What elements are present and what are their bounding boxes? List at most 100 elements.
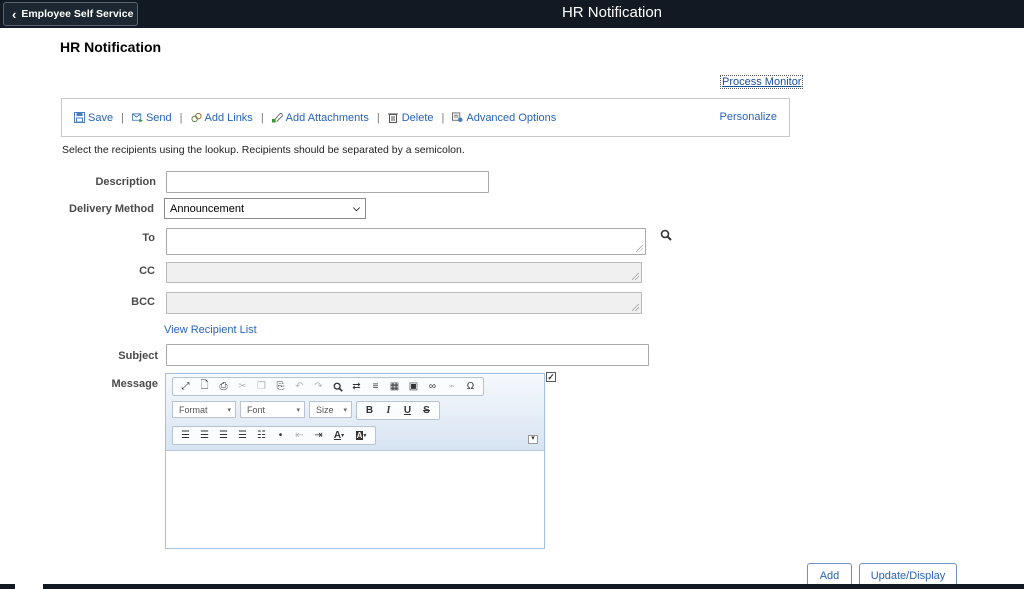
justify-icon[interactable]: ☰ (233, 427, 252, 444)
redo-icon[interactable]: ↷ (309, 378, 328, 395)
paste-icon[interactable]: ⎘ (271, 378, 290, 395)
send-label: Send (145, 111, 172, 124)
save-icon (74, 112, 85, 123)
font-label: Font (247, 404, 266, 415)
advanced-options-button[interactable]: Advanced Options (452, 112, 556, 124)
delivery-method-label: Delivery Method (69, 203, 154, 215)
personalize-link[interactable]: Personalize (720, 111, 777, 123)
text-style-group: B I U S (356, 401, 440, 420)
trash-icon (388, 112, 399, 123)
delivery-method-value: Announcement (170, 202, 244, 215)
toolbar-divider: | (260, 111, 264, 124)
format-label: Format (179, 404, 208, 415)
size-label: Size (316, 404, 334, 415)
link-icon[interactable]: ∞ (423, 378, 442, 395)
cut-icon[interactable]: ✂ (233, 378, 252, 395)
editor-toolbar-row-2: Format ▾ Font ▾ Size ▾ B I U S (172, 401, 440, 420)
editor-toolbar: ⤢ 🗋 ⎙ ✂ ❐ ⎘ ↶ ↷ ⇄ ≡ ▦ ▣ ∞ ⌁ Ω Format ▾ Fo… (166, 374, 544, 451)
send-icon (131, 112, 143, 123)
caret-down-icon: ▾ (227, 406, 231, 414)
page-title: HR Notification (60, 39, 162, 55)
advanced-options-icon (452, 112, 463, 123)
size-dropdown[interactable]: Size ▾ (309, 401, 352, 418)
chevron-down-icon: ⌵ (353, 203, 360, 213)
action-toolbar: Save | Send | Add Links | Add Attachment… (61, 98, 790, 137)
to-field[interactable] (166, 228, 646, 255)
subject-field[interactable] (166, 344, 649, 366)
replace-icon[interactable]: ⇄ (347, 378, 366, 395)
italic-icon[interactable]: I (379, 402, 398, 419)
image-icon[interactable]: ▣ (404, 378, 423, 395)
save-button[interactable]: Save (74, 112, 113, 124)
delete-label: Delete (401, 111, 434, 124)
bcc-label: BCC (131, 296, 155, 308)
undo-icon[interactable]: ↶ (290, 378, 309, 395)
description-label: Description (95, 176, 156, 188)
strikethrough-icon[interactable]: S (417, 402, 436, 419)
app-header: ‹ Employee Self Service HR Notification (0, 0, 1024, 28)
save-label: Save (88, 111, 114, 124)
horizontal-rule-icon[interactable]: ≡ (366, 378, 385, 395)
message-label: Message (111, 378, 158, 390)
preview-icon[interactable]: 🗋 (195, 378, 214, 395)
rich-text-editor: ⤢ 🗋 ⎙ ✂ ❐ ⎘ ↶ ↷ ⇄ ≡ ▦ ▣ ∞ ⌁ Ω Format ▾ Fo… (165, 373, 545, 549)
to-label: To (142, 232, 155, 244)
editor-toolbar-row-3: ☰ ☰ ☰ ☰ ☷ • ⇤ ⇥ A ▾ A ▾ (172, 426, 376, 445)
advanced-options-label: Advanced Options (466, 111, 557, 124)
spellcheck-icon[interactable]: ✓ (546, 372, 556, 382)
toolbar-divider: | (376, 111, 380, 124)
find-icon[interactable] (328, 378, 347, 395)
delivery-method-select[interactable]: Announcement ⌵ (164, 198, 366, 219)
resize-handle-icon[interactable] (636, 245, 643, 252)
bcc-field (166, 292, 642, 314)
toolbar-divider: | (121, 111, 124, 124)
table-icon[interactable]: ▦ (385, 378, 404, 395)
toolbar-divider: | (179, 111, 183, 124)
add-attachments-button[interactable]: Add Attachments (271, 111, 369, 124)
align-right-icon[interactable]: ☰ (214, 427, 233, 444)
caret-down-icon: ▾ (296, 406, 300, 414)
bottom-bar (0, 584, 1024, 589)
add-attachments-label: Add Attachments (285, 111, 369, 124)
bottom-bar-gap (15, 584, 43, 589)
resize-handle-icon (632, 304, 639, 311)
font-dropdown[interactable]: Font ▾ (240, 401, 305, 418)
editor-toolbar-row-1: ⤢ 🗋 ⎙ ✂ ❐ ⎘ ↶ ↷ ⇄ ≡ ▦ ▣ ∞ ⌁ Ω (172, 377, 484, 396)
special-character-icon[interactable]: Ω (461, 378, 480, 395)
subject-label: Subject (118, 350, 158, 362)
numbered-list-icon[interactable]: ☷ (252, 427, 271, 444)
delete-button[interactable]: Delete (388, 112, 434, 124)
instructions-text: Select the recipients using the lookup. … (62, 144, 465, 156)
description-field[interactable] (166, 171, 489, 193)
send-button[interactable]: Send (131, 111, 172, 124)
bulleted-list-icon[interactable]: • (271, 427, 290, 444)
print-icon[interactable]: ⎙ (214, 378, 233, 395)
copy-icon[interactable]: ❐ (252, 378, 271, 395)
attachment-icon (271, 112, 283, 123)
search-icon[interactable] (660, 229, 672, 241)
text-color-icon[interactable]: A ▾ (328, 427, 350, 444)
bold-icon[interactable]: B (360, 402, 379, 419)
process-monitor-link[interactable]: Process Monitor (720, 75, 804, 89)
editor-body[interactable] (166, 451, 544, 548)
caret-down-icon: ▾ (343, 406, 347, 414)
format-dropdown[interactable]: Format ▾ (172, 401, 236, 418)
toolbar-divider: | (441, 111, 445, 124)
background-color-icon[interactable]: A ▾ (350, 427, 372, 444)
collapse-toolbar-icon[interactable]: ▾ (528, 435, 538, 444)
view-recipient-list-link[interactable]: View Recipient List (164, 324, 257, 336)
app-title: HR Notification (561, 4, 663, 21)
cc-label: CC (139, 265, 155, 277)
unlink-icon[interactable]: ⌁ (442, 378, 461, 395)
add-links-button[interactable]: Add Links (190, 111, 253, 124)
underline-icon[interactable]: U (398, 402, 417, 419)
align-left-icon[interactable]: ☰ (176, 427, 195, 444)
indent-icon[interactable]: ⇥ (309, 427, 328, 444)
maximize-icon[interactable]: ⤢ (176, 378, 195, 395)
add-links-icon (190, 112, 202, 123)
resize-handle-icon (632, 273, 639, 280)
cc-field (166, 262, 642, 283)
align-center-icon[interactable]: ☰ (195, 427, 214, 444)
outdent-icon[interactable]: ⇤ (290, 427, 309, 444)
add-links-label: Add Links (204, 111, 253, 124)
